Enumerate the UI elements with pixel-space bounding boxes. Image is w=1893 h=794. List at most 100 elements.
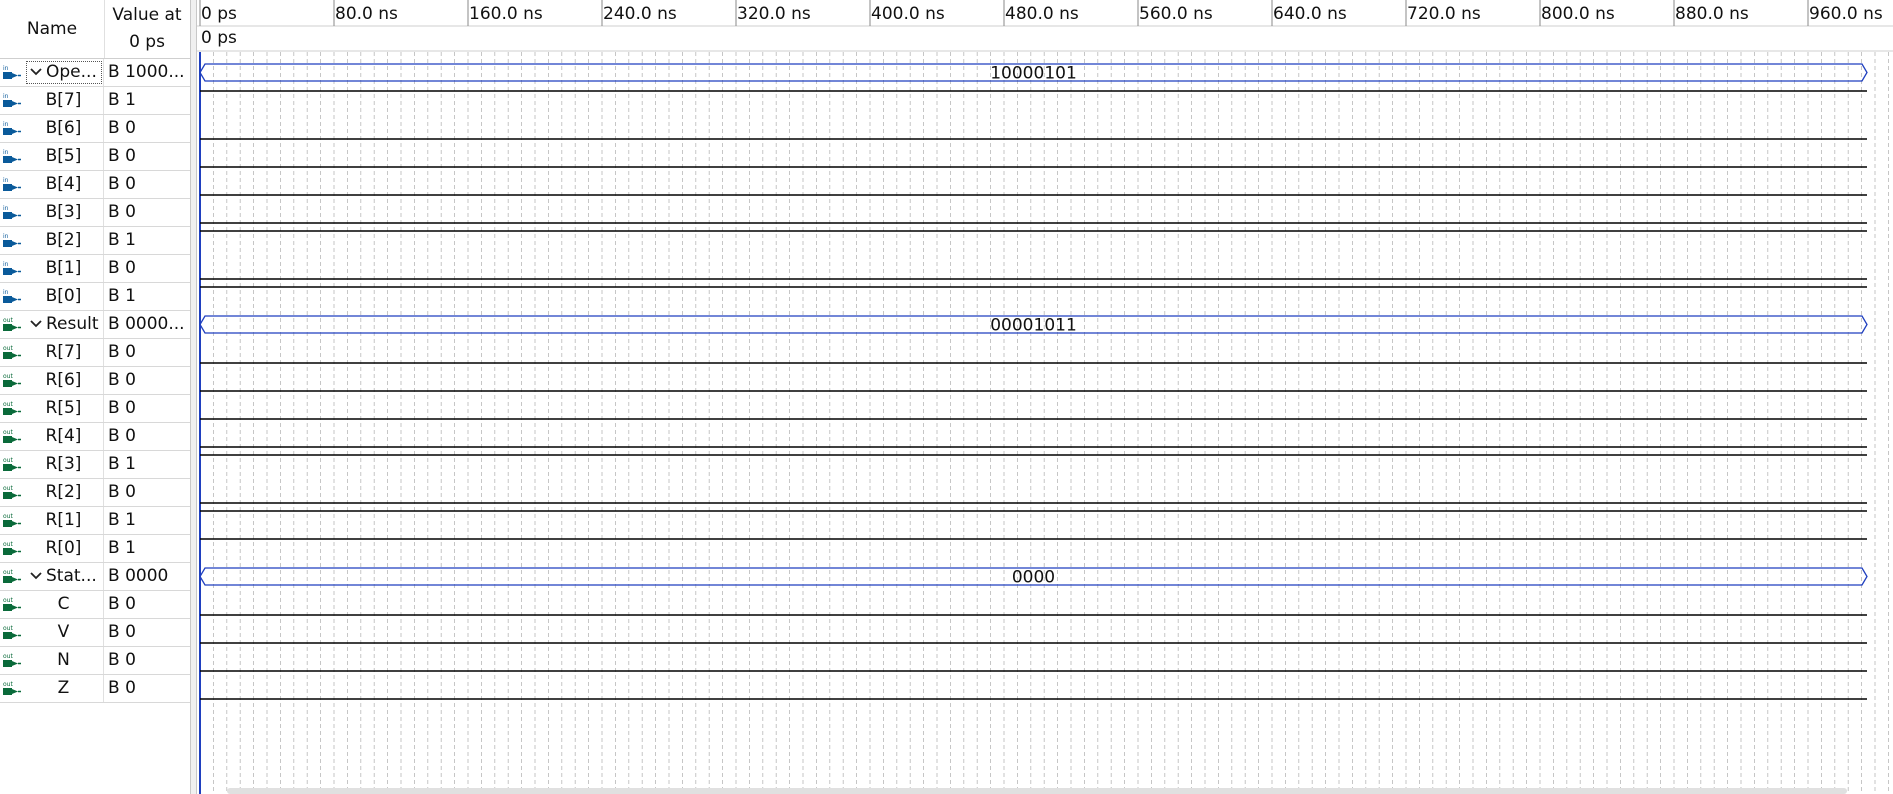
signal-name: Stat... — [24, 563, 104, 590]
signal-name: B[3] — [24, 199, 104, 226]
svg-text:in: in — [3, 261, 9, 268]
svg-text:out: out — [3, 317, 13, 324]
signal-row[interactable]: out CB 0 — [0, 591, 190, 619]
ruler-tick-label: 240.0 ns — [603, 4, 677, 24]
signal-row[interactable]: in B[1] B 0 — [0, 255, 190, 283]
ruler-tick-label: 640.0 ns — [1273, 4, 1347, 24]
svg-text:out: out — [3, 541, 13, 548]
signal-group-row[interactable]: in Ope... B 1000... — [0, 59, 190, 87]
svg-text:in: in — [3, 121, 9, 128]
signal-row[interactable]: in B[6] B 0 — [0, 115, 190, 143]
signal-row[interactable]: in B[0] B 1 — [0, 283, 190, 311]
signal-value: B 0 — [108, 258, 136, 278]
signal-row[interactable]: out ZB 0 — [0, 675, 190, 703]
waveform-pane[interactable]: 0 ps 80.0 ns 160.0 ns 240.0 ns 320.0 ns 400.0… — [197, 0, 1893, 794]
signal-name: B[4] — [24, 171, 104, 198]
input-pin-icon: in — [2, 120, 22, 138]
signal-row[interactable]: out R[2] B 0 — [0, 479, 190, 507]
signal-name: Ope... — [24, 59, 104, 86]
signal-value: B 1 — [108, 90, 136, 110]
signal-row[interactable]: out R[7] B 0 — [0, 339, 190, 367]
signal-name: R[7] — [24, 339, 104, 366]
svg-text:in: in — [3, 149, 9, 156]
output-pin-icon: out — [2, 428, 22, 446]
value-column-header[interactable]: Value at 0 ps — [104, 0, 190, 58]
signal-row[interactable]: in B[4] B 0 — [0, 171, 190, 199]
output-pin-icon: out — [2, 624, 22, 642]
output-pin-icon: out — [2, 484, 22, 502]
signal-row[interactable]: in B[7] B 1 — [0, 87, 190, 115]
signal-value: B 0 — [108, 482, 136, 502]
svg-text:out: out — [3, 401, 13, 408]
output-pin-icon: out — [2, 596, 22, 614]
signal-value: B 1 — [108, 286, 136, 306]
name-column-header[interactable]: Name — [0, 0, 105, 58]
signal-row[interactable]: out R[3] B 1 — [0, 451, 190, 479]
signal-row[interactable]: out R[1] B 1 — [0, 507, 190, 535]
signal-value: B 0 — [108, 342, 136, 362]
signal-row[interactable]: in B[3] B 0 — [0, 199, 190, 227]
signal-value: B 1 — [108, 454, 136, 474]
signal-row[interactable]: out R[4] B 0 — [0, 423, 190, 451]
signal-name: V — [24, 619, 104, 646]
pane-splitter[interactable] — [190, 0, 197, 794]
signal-value: B 0 — [108, 370, 136, 390]
signal-value: B 0 — [108, 118, 136, 138]
waveform-canvas[interactable]: 0 ps 80.0 ns 160.0 ns 240.0 ns 320.0 ns 400.0… — [197, 0, 1893, 794]
signal-value: B 0 — [108, 202, 136, 222]
signal-name: R[3] — [24, 451, 104, 478]
ruler-tick-label: 800.0 ns — [1541, 4, 1615, 24]
signal-name: B[6] — [24, 115, 104, 142]
signal-row[interactable]: out R[6] B 0 — [0, 367, 190, 395]
output-pin-icon: out — [2, 568, 22, 586]
signal-name: R[4] — [24, 423, 104, 450]
signal-row[interactable]: in B[5] B 0 — [0, 143, 190, 171]
input-pin-icon: in — [2, 260, 22, 278]
signal-name: R[5] — [24, 395, 104, 422]
svg-text:out: out — [3, 625, 13, 632]
svg-text:out: out — [3, 597, 13, 604]
signal-row[interactable]: out NB 0 — [0, 647, 190, 675]
input-pin-icon: in — [2, 288, 22, 306]
ruler-tick-label: 480.0 ns — [1005, 4, 1079, 24]
signal-value: B 1 — [108, 538, 136, 558]
svg-text:out: out — [3, 373, 13, 380]
signal-name: C — [24, 591, 104, 618]
signal-row[interactable]: out VB 0 — [0, 619, 190, 647]
ruler-tick-label: 880.0 ns — [1675, 4, 1749, 24]
signal-row[interactable]: out R[5] B 0 — [0, 395, 190, 423]
bus-value-label: 0000 — [1012, 568, 1055, 588]
signal-name: R[1] — [24, 507, 104, 534]
ruler-tick-label: 160.0 ns — [469, 4, 543, 24]
signal-row[interactable]: in B[2] B 1 — [0, 227, 190, 255]
output-pin-icon: out — [2, 372, 22, 390]
svg-text:out: out — [3, 345, 13, 352]
signal-value: B 0 — [108, 146, 136, 166]
ruler-tick-label: 320.0 ns — [737, 4, 811, 24]
svg-text:in: in — [3, 289, 9, 296]
signal-group-row[interactable]: out Stat... B 0000 — [0, 563, 190, 591]
svg-text:in: in — [3, 177, 9, 184]
signal-row[interactable]: out R[0] B 1 — [0, 535, 190, 563]
signal-value: B 0 — [108, 678, 136, 698]
output-pin-icon: out — [2, 540, 22, 558]
svg-text:out: out — [3, 653, 13, 660]
signal-value: B 0 — [108, 426, 136, 446]
signal-name: R[2] — [24, 479, 104, 506]
signal-group-row[interactable]: out Result B 0000... — [0, 311, 190, 339]
signal-value: B 1 — [108, 510, 136, 530]
signal-value: B 1000... — [108, 62, 185, 82]
signal-value: B 0 — [108, 622, 136, 642]
output-pin-icon: out — [2, 400, 22, 418]
svg-text:out: out — [3, 681, 13, 688]
signal-value: B 0 — [108, 174, 136, 194]
signal-name: Z — [24, 675, 104, 702]
input-pin-icon: in — [2, 176, 22, 194]
signal-list-pane: Name Value at 0 ps in Ope... B 1000... in… — [0, 0, 190, 794]
ruler-tick-label: 560.0 ns — [1139, 4, 1213, 24]
cursor-time-label: 0 ps — [201, 28, 237, 48]
bus-value-label: 10000101 — [990, 64, 1077, 84]
horizontal-scrollbar[interactable] — [227, 788, 1847, 794]
signal-value: B 0 — [108, 650, 136, 670]
input-pin-icon: in — [2, 232, 22, 250]
